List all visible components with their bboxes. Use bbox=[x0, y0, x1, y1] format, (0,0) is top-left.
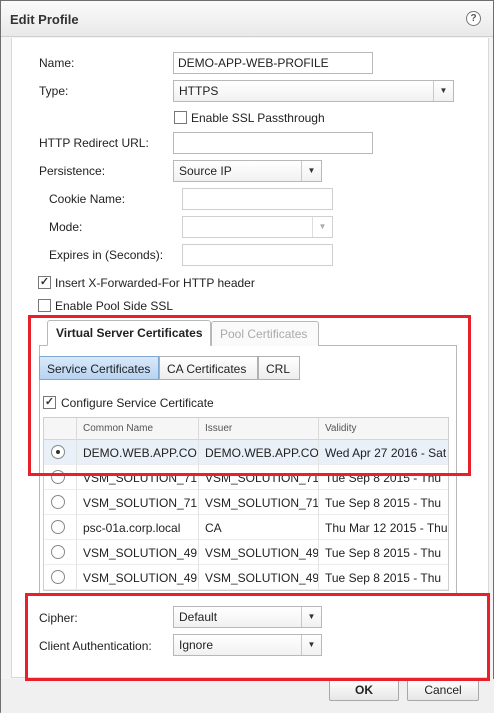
tab-virtual-server-certificates[interactable]: Virtual Server Certificates bbox=[47, 320, 211, 346]
row-radio[interactable] bbox=[51, 495, 65, 509]
persistence-select-value: Source IP bbox=[179, 164, 232, 178]
row-radio[interactable] bbox=[51, 520, 65, 534]
table-row[interactable]: VSM_SOLUTION_71 VSM_SOLUTION_71 Tue Sep … bbox=[44, 490, 448, 515]
column-header-common-name[interactable]: Common Name bbox=[76, 418, 198, 440]
table-row[interactable]: VSM_SOLUTION_49 VSM_SOLUTION_49 Tue Sep … bbox=[44, 540, 448, 565]
client-auth-select[interactable]: Ignore ▼ bbox=[173, 634, 322, 656]
help-icon[interactable]: ? bbox=[466, 11, 481, 26]
cell-issuer: VSM_SOLUTION_49 bbox=[198, 565, 318, 590]
table-row[interactable]: VSM_SOLUTION_49 VSM_SOLUTION_49 Tue Sep … bbox=[44, 565, 448, 590]
ok-button[interactable]: OK bbox=[329, 679, 399, 701]
cell-issuer: CA bbox=[198, 515, 318, 540]
table-row[interactable]: VSM_SOLUTION_71 VSM_SOLUTION_71 Tue Sep … bbox=[44, 465, 448, 490]
edit-profile-dialog: Edit Profile ? Name: Type: HTTPS ▼ Enabl… bbox=[0, 0, 494, 713]
xff-label: Insert X-Forwarded-For HTTP header bbox=[55, 276, 255, 290]
chevron-down-icon: ▼ bbox=[301, 161, 321, 181]
persistence-select[interactable]: Source IP ▼ bbox=[173, 160, 322, 182]
type-select-value: HTTPS bbox=[179, 84, 219, 98]
table-row[interactable]: DEMO.WEB.APP.CO DEMO.WEB.APP.CO Wed Apr … bbox=[44, 440, 448, 465]
cipher-select[interactable]: Default ▼ bbox=[173, 606, 322, 628]
cookie-name-label: Cookie Name: bbox=[49, 192, 126, 206]
row-radio[interactable] bbox=[51, 570, 65, 584]
column-header-validity[interactable]: Validity bbox=[318, 418, 448, 440]
cipher-select-value: Default bbox=[179, 610, 218, 624]
pool-ssl-label: Enable Pool Side SSL bbox=[55, 299, 174, 313]
configure-cert-checkbox[interactable]: ✓ bbox=[43, 396, 56, 409]
service-certificates-button[interactable]: Service Certificates bbox=[39, 356, 159, 380]
row-radio[interactable] bbox=[51, 445, 65, 459]
chevron-down-icon: ▼ bbox=[301, 607, 321, 627]
ssl-passthrough-checkbox[interactable] bbox=[174, 111, 187, 124]
cell-validity: Wed Apr 27 2016 - Sat bbox=[318, 440, 448, 465]
chevron-down-icon: ▼ bbox=[312, 217, 332, 237]
certificate-table: Common Name Issuer Validity DEMO.WEB.APP… bbox=[43, 417, 449, 591]
name-input[interactable] bbox=[173, 52, 373, 74]
cell-issuer: DEMO.WEB.APP.CO bbox=[198, 440, 318, 465]
cell-validity: Tue Sep 8 2015 - Thu bbox=[318, 540, 448, 565]
expires-label: Expires in (Seconds): bbox=[49, 248, 164, 262]
cell-issuer: VSM_SOLUTION_49 bbox=[198, 540, 318, 565]
cell-validity: Tue Sep 8 2015 - Thu bbox=[318, 490, 448, 515]
cell-common-name: VSM_SOLUTION_49 bbox=[76, 565, 198, 590]
cell-common-name: DEMO.WEB.APP.CO bbox=[76, 440, 198, 465]
type-label: Type: bbox=[39, 84, 69, 98]
dialog-footer: OK Cancel bbox=[1, 679, 494, 713]
cancel-button[interactable]: Cancel bbox=[407, 679, 479, 701]
ca-certificates-button[interactable]: CA Certificates bbox=[159, 356, 258, 380]
row-radio[interactable] bbox=[51, 470, 65, 484]
configure-cert-label: Configure Service Certificate bbox=[61, 396, 214, 410]
mode-label: Mode: bbox=[49, 220, 83, 234]
cookie-name-input[interactable] bbox=[182, 188, 333, 210]
cell-common-name: VSM_SOLUTION_49 bbox=[76, 540, 198, 565]
column-header-issuer[interactable]: Issuer bbox=[198, 418, 318, 440]
row-radio[interactable] bbox=[51, 545, 65, 559]
client-auth-select-value: Ignore bbox=[179, 638, 214, 652]
crl-button[interactable]: CRL bbox=[258, 356, 300, 380]
chevron-down-icon: ▼ bbox=[433, 81, 453, 101]
name-label: Name: bbox=[39, 56, 75, 70]
ssl-passthrough-label: Enable SSL Passthrough bbox=[191, 111, 325, 125]
type-select[interactable]: HTTPS ▼ bbox=[173, 80, 454, 102]
tab-pool-certificates[interactable]: Pool Certificates bbox=[211, 321, 319, 346]
redirect-url-input[interactable] bbox=[173, 132, 373, 154]
mode-select[interactable]: ▼ bbox=[182, 216, 333, 238]
cell-validity: Tue Sep 8 2015 - Thu bbox=[318, 465, 448, 490]
persistence-label: Persistence: bbox=[39, 164, 106, 178]
cell-validity: Thu Mar 12 2015 - Thu bbox=[318, 515, 448, 540]
table-header: Common Name Issuer Validity bbox=[44, 418, 448, 440]
cell-common-name: VSM_SOLUTION_71 bbox=[76, 490, 198, 515]
chevron-down-icon: ▼ bbox=[301, 635, 321, 655]
cell-issuer: VSM_SOLUTION_71 bbox=[198, 490, 318, 515]
xff-checkbox[interactable]: ✓ bbox=[38, 276, 51, 289]
table-row[interactable]: psc-01a.corp.local CA Thu Mar 12 2015 - … bbox=[44, 515, 448, 540]
cell-validity: Tue Sep 8 2015 - Thu bbox=[318, 565, 448, 590]
cell-common-name: psc-01a.corp.local bbox=[76, 515, 198, 540]
dialog-title: Edit Profile bbox=[10, 12, 79, 27]
expires-input[interactable] bbox=[182, 244, 333, 266]
cipher-label: Cipher: bbox=[39, 611, 78, 625]
pool-ssl-checkbox[interactable] bbox=[38, 299, 51, 312]
redirect-url-label: HTTP Redirect URL: bbox=[39, 136, 149, 150]
dialog-titlebar: Edit Profile ? bbox=[1, 1, 493, 37]
cell-common-name: VSM_SOLUTION_71 bbox=[76, 465, 198, 490]
cell-issuer: VSM_SOLUTION_71 bbox=[198, 465, 318, 490]
client-auth-label: Client Authentication: bbox=[39, 639, 152, 653]
